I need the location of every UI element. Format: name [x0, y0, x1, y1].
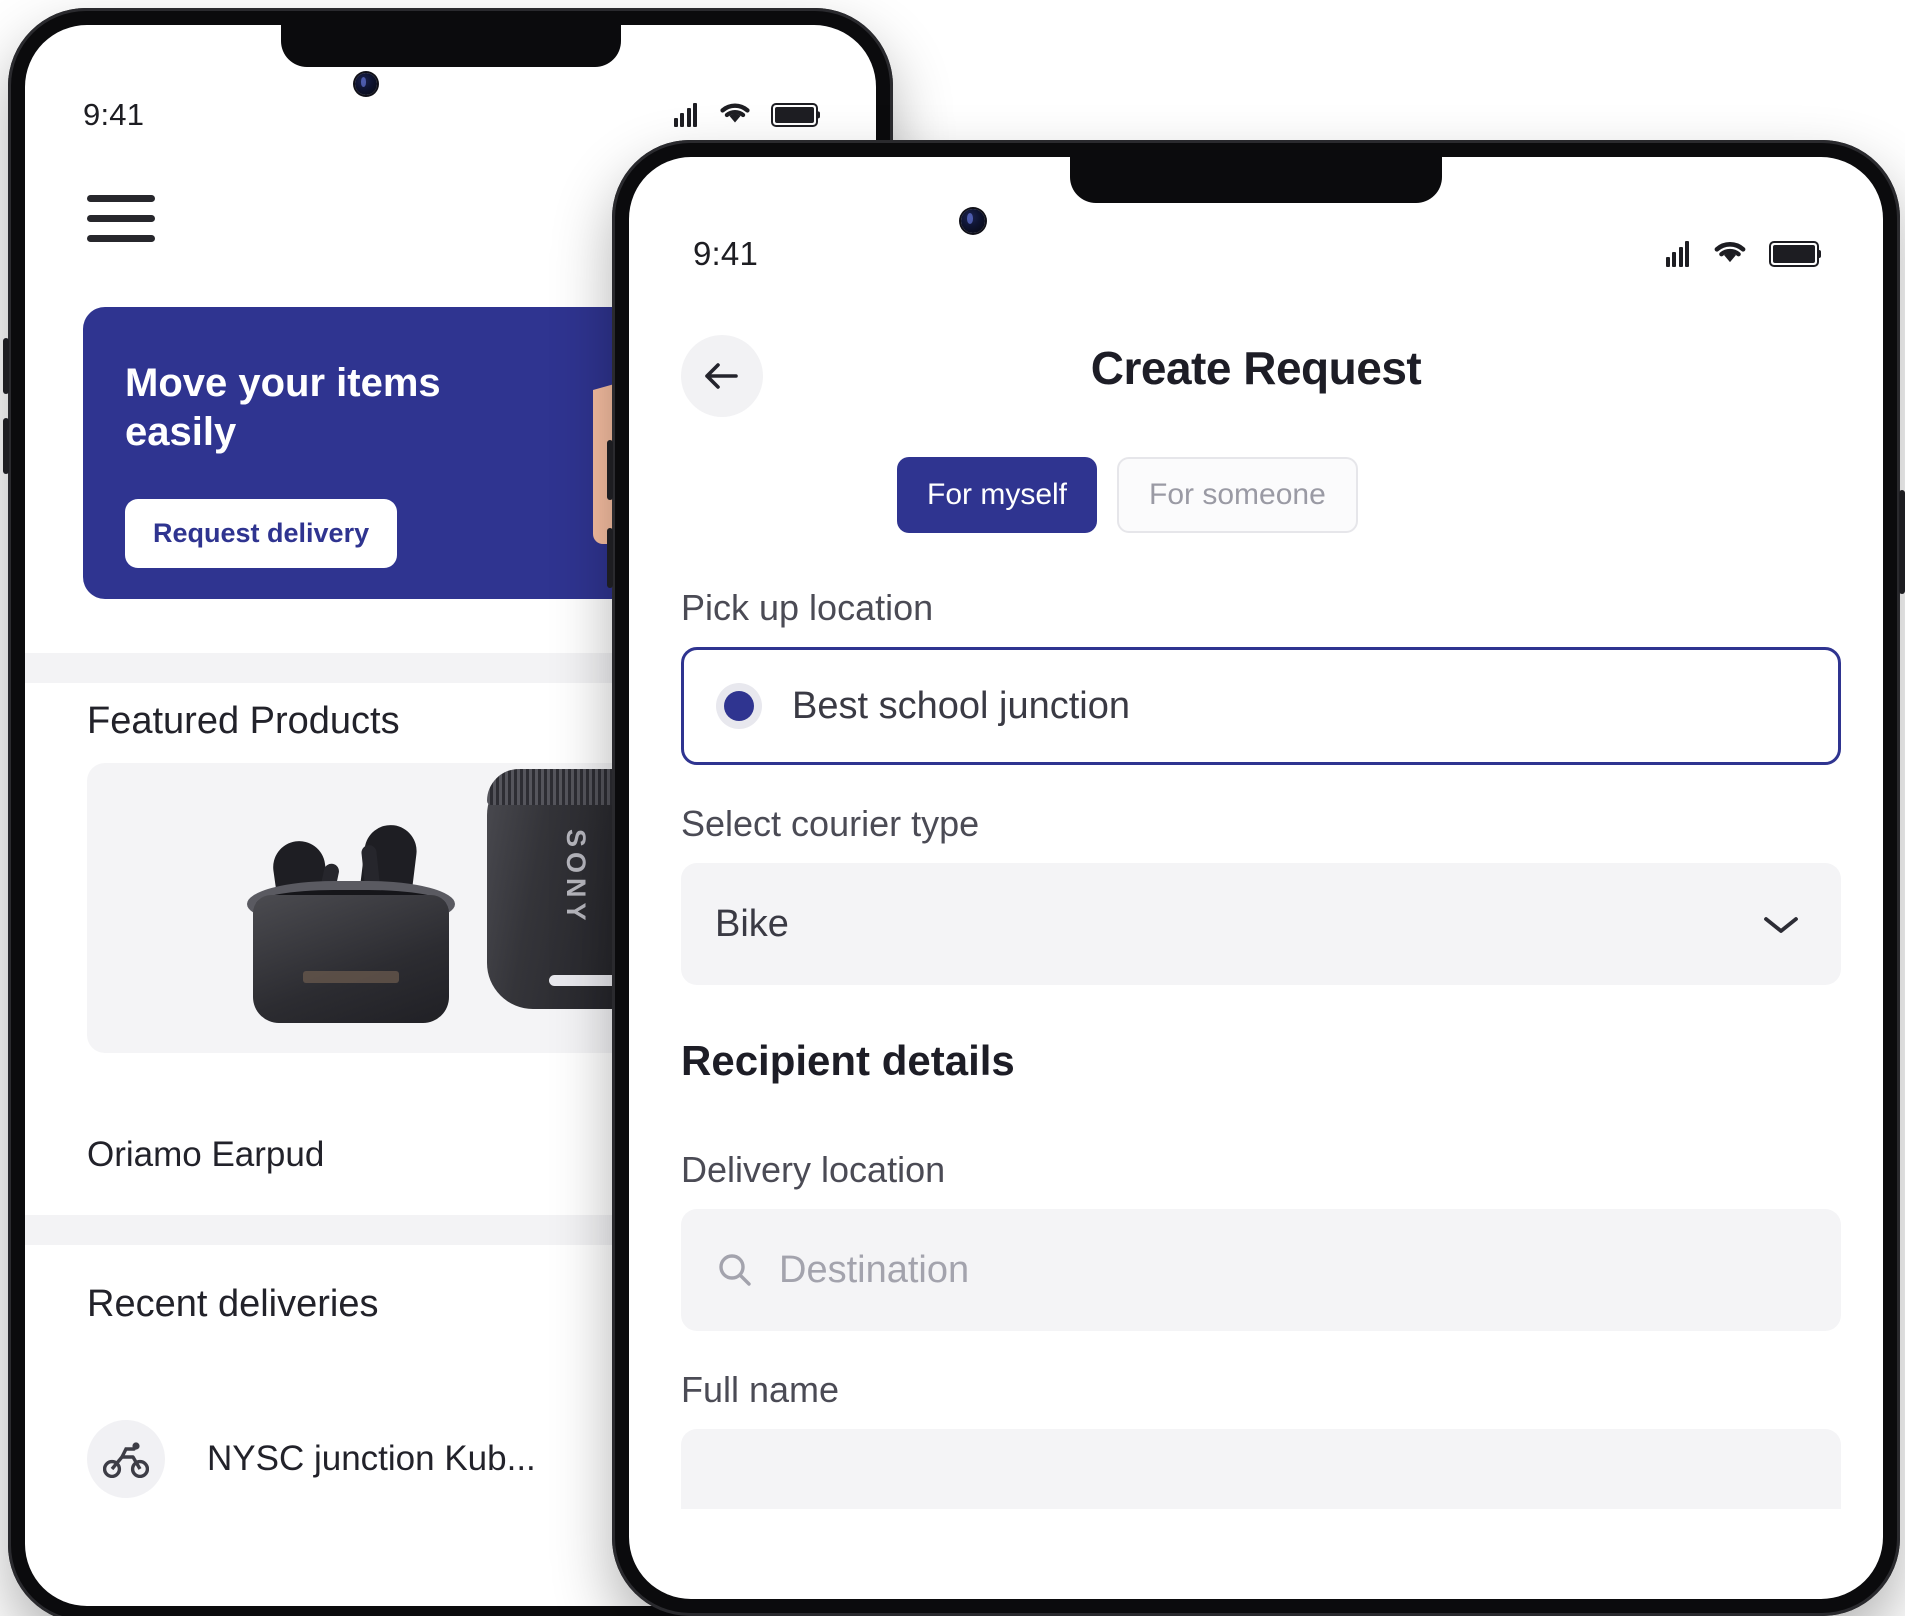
radio-selected-icon[interactable] [716, 683, 762, 729]
pickup-location-value: Best school junction [792, 684, 1130, 727]
volume-down-button-2[interactable] [607, 528, 613, 588]
wifi-icon-2 [1711, 235, 1749, 273]
courier-type-value: Bike [715, 902, 789, 945]
chevron-down-icon [1764, 917, 1798, 933]
delivery-location-label: Delivery location [681, 1149, 946, 1190]
wifi-icon [717, 97, 753, 133]
courier-type-label: Select courier type [681, 803, 980, 844]
courier-type-select[interactable]: Bike [681, 863, 1841, 985]
status-time: 9:41 [83, 97, 145, 132]
status-time-2: 9:41 [693, 235, 759, 272]
cellular-bars-icon [673, 103, 697, 127]
list-item[interactable]: NYSC junction Kub... [87, 1420, 536, 1498]
create-request-content: Create Request For myself For someone Pi… [629, 297, 1883, 1599]
full-name-input[interactable] [681, 1429, 1841, 1509]
tab-for-myself[interactable]: For myself [897, 457, 1098, 533]
recipient-details-heading: Recipient details [681, 1037, 1015, 1084]
power-button-2[interactable] [1899, 490, 1905, 594]
destination-placeholder: Destination [779, 1248, 970, 1291]
front-camera-2 [961, 209, 985, 233]
volume-up-button-2[interactable] [607, 440, 613, 500]
page-title: Create Request [1090, 342, 1422, 394]
product-name: Oriamo Earpud [87, 1135, 325, 1174]
featured-products-heading: Featured Products [87, 700, 400, 742]
status-indicators [673, 97, 820, 133]
phone-create-request-device: 9:41 Create Request For myself For someo… [607, 140, 1905, 1616]
request-delivery-button[interactable]: Request delivery [125, 499, 398, 568]
screenshot-canvas: 9:41 Move your items easily Request deli… [0, 0, 1905, 1616]
list-item-label: NYSC junction Kub... [207, 1439, 536, 1478]
battery-full-icon [771, 103, 820, 127]
battery-full-icon-2 [1769, 241, 1821, 267]
front-camera [355, 73, 377, 95]
motorcycle-courier-icon [87, 1420, 165, 1498]
earbuds-icon [237, 785, 467, 1025]
pickup-location-field[interactable]: Best school junction [681, 647, 1841, 765]
phone-create-request-screen: 9:41 Create Request For myself For someo… [629, 157, 1883, 1599]
full-name-label: Full name [681, 1369, 840, 1410]
notch-2 [1070, 157, 1442, 203]
volume-down-button[interactable] [3, 418, 9, 474]
status-bar-create: 9:41 [629, 235, 1883, 273]
tab-for-someone[interactable]: For someone [1117, 457, 1358, 533]
pickup-location-label: Pick up location [681, 587, 934, 628]
speaker-brand-label: SONY [561, 829, 591, 926]
status-bar-home: 9:41 [25, 97, 876, 133]
volume-up-button[interactable] [3, 338, 9, 394]
request-for-segmented-control: For myself For someone [897, 457, 1358, 533]
hamburger-menu-icon[interactable] [87, 195, 155, 242]
promo-title: Move your items easily [125, 361, 441, 454]
recent-deliveries-heading: Recent deliveries [87, 1283, 379, 1325]
search-icon [719, 1254, 751, 1286]
destination-input[interactable]: Destination [681, 1209, 1841, 1331]
status-indicators-2 [1665, 235, 1821, 273]
cellular-bars-icon-2 [1665, 241, 1689, 267]
notch [280, 25, 621, 67]
